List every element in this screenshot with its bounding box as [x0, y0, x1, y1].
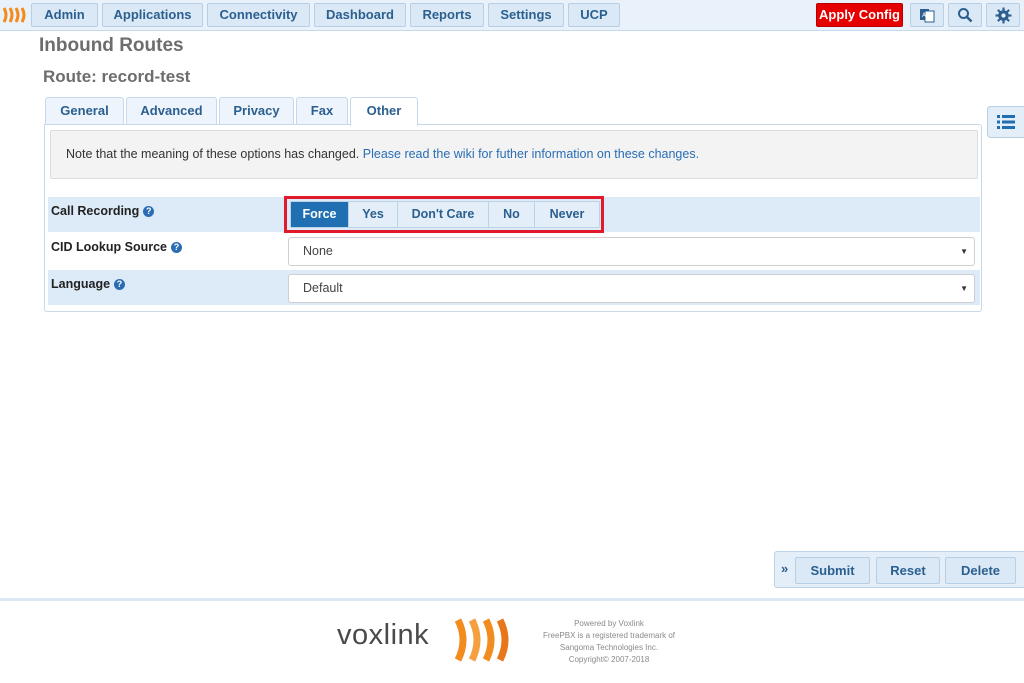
nav-dashboard[interactable]: Dashboard — [314, 3, 406, 27]
call-recording-label-text: Call Recording — [51, 204, 140, 218]
cid-lookup-label-text: CID Lookup Source — [51, 240, 167, 254]
trademark-line-1: FreePBX is a registered trademark of — [542, 631, 676, 640]
footer-brand: voxlink — [337, 619, 430, 651]
side-list-toggle[interactable] — [987, 106, 1024, 138]
powered-by: Powered by Voxlink — [574, 619, 644, 628]
nav-connectivity[interactable]: Connectivity — [207, 3, 310, 27]
help-icon[interactable]: ? — [114, 279, 126, 290]
dropdown-caret-icon: ▼ — [960, 284, 968, 293]
call-recording-label: Call Recording? — [51, 204, 155, 218]
language-icon: A — [920, 9, 935, 23]
delete-button[interactable]: Delete — [945, 557, 1016, 584]
tab-privacy[interactable]: Privacy — [219, 97, 294, 125]
language-label: Language? — [51, 277, 126, 291]
language-label-text: Language — [51, 277, 111, 291]
apply-config-button[interactable]: Apply Config — [816, 3, 903, 27]
search-button[interactable] — [948, 3, 982, 27]
trademark-line-2: Sangoma Technologies Inc. — [559, 643, 659, 652]
nav-applications[interactable]: Applications — [102, 3, 203, 27]
settings-button[interactable] — [986, 3, 1020, 27]
nav-reports[interactable]: Reports — [410, 3, 484, 27]
action-bar: » Submit Reset Delete — [774, 551, 1024, 588]
voxlink-mark-icon — [454, 618, 509, 662]
cid-lookup-value: None — [303, 244, 333, 258]
highlight-box — [284, 196, 604, 233]
tab-other[interactable]: Other — [350, 97, 418, 126]
cid-lookup-label: CID Lookup Source? — [51, 240, 182, 254]
route-title: Route: record-test — [43, 67, 191, 86]
wiki-link[interactable]: Please read the wiki for futher informat… — [363, 147, 699, 161]
list-icon — [997, 115, 1015, 129]
help-icon[interactable]: ? — [170, 242, 182, 253]
top-navbar: Admin Applications Connectivity Dashboar… — [0, 0, 1024, 31]
page-title: Inbound Routes — [39, 35, 184, 56]
double-chevron-icon[interactable]: » — [781, 561, 788, 576]
nav-admin[interactable]: Admin — [31, 3, 98, 27]
note-text: Note that the meaning of these options h… — [66, 147, 363, 161]
submit-button[interactable]: Submit — [795, 557, 870, 584]
nav-ucp[interactable]: UCP — [568, 3, 620, 27]
tab-advanced[interactable]: Advanced — [126, 97, 217, 125]
footer: voxlink Powered by Voxlink FreePBX is a … — [0, 598, 1024, 683]
cid-lookup-select[interactable]: None ▼ — [288, 237, 975, 266]
nav-settings[interactable]: Settings — [488, 3, 564, 27]
language-select[interactable]: Default ▼ — [288, 274, 975, 303]
search-icon — [958, 8, 973, 23]
help-icon[interactable]: ? — [143, 206, 155, 217]
dropdown-caret-icon: ▼ — [960, 247, 968, 256]
tab-general[interactable]: General — [45, 97, 124, 125]
info-note: Note that the meaning of these options h… — [50, 130, 978, 179]
footer-credits: Powered by Voxlink FreePBX is a register… — [530, 618, 688, 666]
language-value: Default — [303, 281, 343, 295]
copyright: Copyright© 2007-2018 — [568, 655, 650, 664]
gear-icon — [995, 7, 1011, 23]
tab-fax[interactable]: Fax — [296, 97, 348, 125]
language-button[interactable]: A — [910, 3, 944, 27]
reset-button[interactable]: Reset — [876, 557, 940, 584]
voxlink-logo-icon[interactable] — [2, 6, 28, 24]
